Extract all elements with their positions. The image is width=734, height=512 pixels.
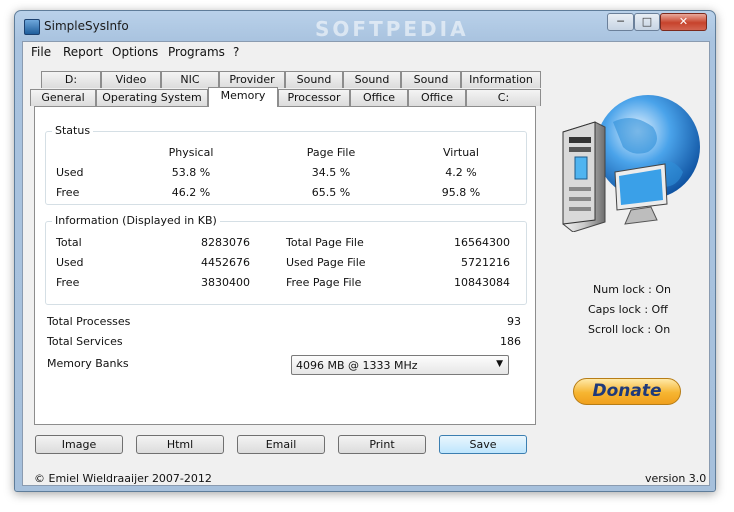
memory-banks-select[interactable]: 4096 MB @ 1333 MHz ▼ xyxy=(291,355,509,375)
total-processes-value: 93 xyxy=(507,315,521,328)
maximize-button[interactable]: □ xyxy=(634,13,660,31)
scroll-lock-status: Scroll lock : On xyxy=(588,323,671,336)
tab-office-1[interactable]: Office xyxy=(350,89,408,106)
close-icon: ✕ xyxy=(678,15,689,28)
tab-general[interactable]: General xyxy=(30,89,96,106)
info-total-label: Total xyxy=(56,236,82,249)
menu-bar: File Report Options Programs ? xyxy=(23,42,709,62)
title-bar[interactable]: SimpleSysInfo SOFTPEDIA ─ □ ✕ xyxy=(15,11,715,41)
physical-header: Physical xyxy=(168,146,214,159)
info-used-pagefile-label: Used Page File xyxy=(286,256,366,269)
total-services-value: 186 xyxy=(500,335,521,348)
virtual-used: 4.2 % xyxy=(445,166,477,179)
tab-operating-system[interactable]: Operating System xyxy=(96,89,208,106)
physical-used: 53.8 % xyxy=(171,166,211,179)
tab-processor[interactable]: Processor xyxy=(278,89,350,106)
info-free-value: 3830400 xyxy=(201,276,250,289)
chevron-down-icon: ▼ xyxy=(496,359,503,369)
tab-nic[interactable]: NIC xyxy=(161,71,219,88)
computer-globe-icon xyxy=(562,95,700,232)
num-lock-status: Num lock : On xyxy=(593,283,671,296)
info-free-pagefile-value: 10843084 xyxy=(454,276,510,289)
maximize-icon: □ xyxy=(641,15,653,28)
memory-panel: Status Physical Page File Virtual Used 5… xyxy=(34,106,536,425)
tab-c-drive[interactable]: C: xyxy=(466,89,541,106)
tab-sound-3[interactable]: Sound xyxy=(401,71,461,88)
tab-sound-1[interactable]: Sound xyxy=(285,71,343,88)
info-total-pagefile-value: 16564300 xyxy=(454,236,510,249)
watermark: SOFTPEDIA xyxy=(315,17,469,41)
tab-information[interactable]: Information xyxy=(461,71,541,88)
print-button[interactable]: Print xyxy=(338,435,426,454)
menu-report[interactable]: Report xyxy=(63,45,103,59)
menu-help[interactable]: ? xyxy=(233,45,239,59)
html-button[interactable]: Html xyxy=(136,435,224,454)
status-group: Status Physical Page File Virtual Used 5… xyxy=(45,124,527,205)
version-text: version 3.0 xyxy=(645,472,707,485)
minimize-icon: ─ xyxy=(617,15,624,28)
tab-row-top: D: Video NIC Provider Sound Sound Sound … xyxy=(41,71,541,89)
menu-file[interactable]: File xyxy=(31,45,51,59)
app-window: SimpleSysInfo SOFTPEDIA ─ □ ✕ File Repor… xyxy=(14,10,716,492)
pagefile-header: Page File xyxy=(306,146,356,159)
tab-d-drive[interactable]: D: xyxy=(41,71,101,88)
info-free-pagefile-label: Free Page File xyxy=(286,276,362,289)
info-used-label: Used xyxy=(56,256,84,269)
status-free-label: Free xyxy=(56,186,80,199)
info-used-pagefile-value: 5721216 xyxy=(461,256,510,269)
virtual-header: Virtual xyxy=(443,146,479,159)
menu-programs[interactable]: Programs xyxy=(168,45,225,59)
close-button[interactable]: ✕ xyxy=(660,13,707,31)
info-used-value: 4452676 xyxy=(201,256,250,269)
status-used-label: Used xyxy=(56,166,84,179)
tab-provider[interactable]: Provider xyxy=(219,71,285,88)
menu-options[interactable]: Options xyxy=(112,45,158,59)
tab-sound-2[interactable]: Sound xyxy=(343,71,401,88)
info-total-value: 8283076 xyxy=(201,236,250,249)
caps-lock-status: Caps lock : Off xyxy=(588,303,668,316)
tab-row-bottom: General Operating System Memory Processo… xyxy=(23,87,541,107)
physical-free: 46.2 % xyxy=(171,186,211,199)
information-group: Information (Displayed in KB) Total 8283… xyxy=(45,214,527,305)
window-title: SimpleSysInfo xyxy=(44,19,129,33)
pagefile-used: 34.5 % xyxy=(311,166,351,179)
copyright-text: © Emiel Wieldraaijer 2007-2012 xyxy=(34,472,212,485)
tab-memory[interactable]: Memory xyxy=(208,87,278,107)
tab-video[interactable]: Video xyxy=(101,71,161,88)
app-icon[interactable] xyxy=(24,19,40,35)
pagefile-free: 65.5 % xyxy=(311,186,351,199)
minimize-button[interactable]: ─ xyxy=(607,13,634,31)
donate-button[interactable]: Donate xyxy=(573,378,681,405)
virtual-free: 95.8 % xyxy=(441,186,481,199)
status-group-label: Status xyxy=(52,124,94,137)
memory-banks-label: Memory Banks xyxy=(47,357,129,370)
client-area: File Report Options Programs ? D: Video … xyxy=(22,41,710,486)
info-total-pagefile-label: Total Page File xyxy=(286,236,364,249)
tab-office-2[interactable]: Office xyxy=(408,89,466,106)
save-button[interactable]: Save xyxy=(439,435,527,454)
total-services-label: Total Services xyxy=(47,335,123,348)
email-button[interactable]: Email xyxy=(237,435,325,454)
info-free-label: Free xyxy=(56,276,80,289)
memory-banks-value: 4096 MB @ 1333 MHz xyxy=(296,359,418,372)
total-processes-label: Total Processes xyxy=(47,315,131,328)
image-button[interactable]: Image xyxy=(35,435,123,454)
information-group-label: Information (Displayed in KB) xyxy=(52,214,220,227)
